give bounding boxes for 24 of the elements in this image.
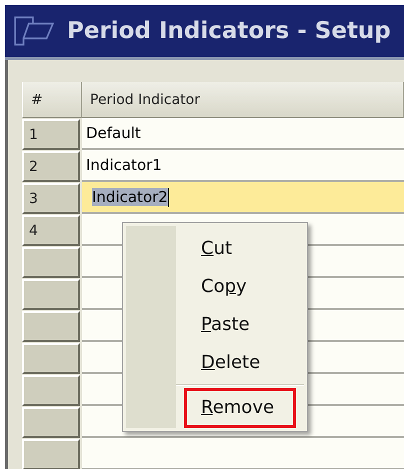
menu-item[interactable]: Remove [184, 388, 296, 428]
column-header[interactable]: Period Indicator [82, 82, 404, 118]
row-header[interactable] [22, 439, 80, 469]
cell-text: Default [86, 124, 141, 142]
menu-item[interactable]: Delete [176, 344, 304, 382]
row-header[interactable] [22, 375, 80, 406]
row-header[interactable]: 4 [22, 215, 80, 246]
row-header[interactable]: 3 [22, 183, 80, 214]
row-header[interactable] [22, 311, 80, 342]
menu-item[interactable]: Paste [176, 306, 304, 344]
cell-text: Indicator1 [86, 156, 162, 174]
window-title: Period Indicators - Setup [67, 18, 391, 44]
column-header[interactable]: # [22, 82, 82, 118]
menu-item[interactable]: Cut [176, 230, 304, 268]
row-header[interactable]: 1 [22, 119, 80, 150]
row-header[interactable] [22, 343, 80, 374]
window-icon [13, 15, 55, 47]
selected-text: Indicator2 [92, 188, 168, 206]
text-cursor [168, 188, 169, 206]
row-header[interactable] [22, 247, 80, 278]
menu-item[interactable]: Copy [176, 268, 304, 306]
row-header[interactable] [22, 407, 80, 438]
row-header[interactable] [22, 279, 80, 310]
row-header[interactable]: 2 [22, 151, 80, 182]
